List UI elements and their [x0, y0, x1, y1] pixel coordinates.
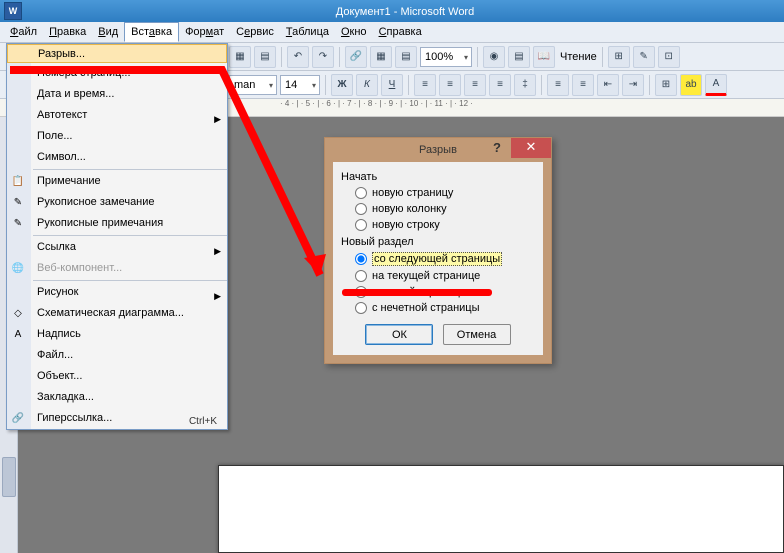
radio-so-sleduyushchej[interactable] [355, 253, 367, 265]
btn-generic-icon[interactable]: ⊞ [608, 46, 630, 68]
btn-generic-icon[interactable]: ▦ [229, 46, 251, 68]
annotation-underline [342, 289, 492, 296]
diagram-icon: ◇ [10, 305, 26, 321]
zoom-combo[interactable]: 100% [420, 47, 472, 67]
menu-format[interactable]: Формат [179, 23, 230, 41]
note-icon: 📋 [10, 173, 26, 189]
outdent-icon[interactable]: ⇤ [597, 74, 619, 96]
highlight-icon[interactable]: ab [680, 74, 702, 96]
menu-item-rukopis-zamechanie[interactable]: ✎Рукописное замечание [7, 192, 227, 213]
menu-item-rukopis-primechaniya[interactable]: ✎Рукописные примечания [7, 213, 227, 234]
fontsize-combo[interactable]: 14 [280, 75, 320, 95]
align-justify-icon[interactable]: ≡ [489, 74, 511, 96]
tables-icon[interactable]: ▦ [370, 46, 392, 68]
menu-item-pole[interactable]: Поле... [7, 126, 227, 147]
borders-icon[interactable]: ⊞ [655, 74, 677, 96]
btn-generic-icon[interactable]: ▤ [508, 46, 530, 68]
menu-bar: Файл Правка Вид Вставка Формат Сервис Та… [0, 22, 784, 43]
bold-icon[interactable]: Ж [331, 74, 353, 96]
menu-insert[interactable]: Вставка [124, 22, 179, 42]
italic-icon[interactable]: К [356, 74, 378, 96]
undo-icon[interactable]: ↶ [287, 46, 309, 68]
dialog-title-text: Разрыв [419, 144, 457, 156]
razryv-dialog: Разрыв ? ✕ Начать новую страницу новую к… [324, 137, 552, 364]
menu-item-risunok[interactable]: Рисунок▶ [7, 282, 227, 303]
menu-item-shem-diagramma[interactable]: ◇Схематическая диаграмма... [7, 303, 227, 324]
radio-novuyu-kolonku[interactable] [355, 203, 367, 215]
menu-item-zakladka[interactable]: Закладка... [7, 387, 227, 408]
menu-item-giperssylka[interactable]: 🔗Гиперссылка...Ctrl+K [7, 408, 227, 429]
textbox-icon: A [10, 326, 26, 342]
menu-window[interactable]: Окно [335, 23, 373, 41]
radio-novuyu-stranicu[interactable] [355, 187, 367, 199]
radio-na-tekushchej[interactable] [355, 270, 367, 282]
web-icon: 🌐 [10, 260, 26, 276]
underline-icon[interactable]: Ч [381, 74, 403, 96]
word-app-icon: W [4, 2, 22, 20]
menu-item-obekt[interactable]: Объект... [7, 366, 227, 387]
menu-help[interactable]: Справка [373, 23, 428, 41]
line-spacing-icon[interactable]: ‡ [514, 74, 536, 96]
btn-generic-icon[interactable]: ◉ [483, 46, 505, 68]
menu-view[interactable]: Вид [92, 23, 124, 41]
fontname-combo[interactable]: man [229, 75, 277, 95]
reading-mode-icon[interactable]: 📖 [533, 46, 555, 68]
radio-s-nechetnoj[interactable] [355, 302, 367, 314]
menu-item-simvol[interactable]: Символ... [7, 147, 227, 168]
menu-item-primechanie[interactable]: 📋Примечание [7, 171, 227, 192]
group-novyj-razdel-label: Новый раздел [341, 236, 535, 248]
align-left-icon[interactable]: ≡ [414, 74, 436, 96]
link-icon[interactable]: 🔗 [345, 46, 367, 68]
btn-generic-icon[interactable]: ✎ [633, 46, 655, 68]
btn-generic-icon[interactable]: ⊡ [658, 46, 680, 68]
cancel-button[interactable]: Отмена [443, 324, 511, 345]
indent-icon[interactable]: ⇥ [622, 74, 644, 96]
document-page[interactable] [218, 465, 784, 553]
group-nachat-label: Начать [341, 171, 535, 183]
dialog-help-button[interactable]: ? [485, 138, 509, 158]
menu-file[interactable]: Файл [4, 23, 43, 41]
menu-item-fajl[interactable]: Файл... [7, 345, 227, 366]
bullet-list-icon[interactable]: ≡ [572, 74, 594, 96]
menu-item-avtotekst[interactable]: Автотекст▶ [7, 105, 227, 126]
font-color-icon[interactable]: A [705, 74, 727, 96]
menu-table[interactable]: Таблица [280, 23, 335, 41]
insert-menu-dropdown: Разрыв... Номера страниц... Дата и время… [6, 43, 228, 430]
menu-item-web-component: 🌐Веб-компонент... [7, 258, 227, 279]
menu-edit[interactable]: Правка [43, 23, 92, 41]
menu-item-ssylka[interactable]: Ссылка▶ [7, 237, 227, 258]
menu-item-razryv[interactable]: Разрыв... [7, 44, 227, 63]
title-bar: W Документ1 - Microsoft Word [0, 0, 784, 22]
menu-item-data-vremya[interactable]: Дата и время... [7, 84, 227, 105]
redo-icon[interactable]: ↷ [312, 46, 334, 68]
scrollbar-thumb[interactable] [2, 457, 16, 497]
align-center-icon[interactable]: ≡ [439, 74, 461, 96]
btn-generic-icon[interactable]: ▤ [254, 46, 276, 68]
reading-label: Чтение [560, 51, 597, 63]
hyperlink-icon: 🔗 [10, 410, 26, 426]
dialog-titlebar[interactable]: Разрыв ? ✕ [325, 138, 551, 162]
numbered-list-icon[interactable]: ≡ [547, 74, 569, 96]
menu-service[interactable]: Сервис [230, 23, 280, 41]
insert-table-icon[interactable]: ▤ [395, 46, 417, 68]
ok-button[interactable]: ОК [365, 324, 433, 345]
radio-novuyu-stroku[interactable] [355, 219, 367, 231]
ink-comments-icon: ✎ [10, 215, 26, 231]
menu-item-nomera-stranic[interactable]: Номера страниц... [7, 63, 227, 84]
ink-note-icon: ✎ [10, 194, 26, 210]
dialog-close-button[interactable]: ✕ [511, 138, 551, 158]
menu-item-nadpis[interactable]: AНадпись [7, 324, 227, 345]
window-title: Документ1 - Microsoft Word [336, 6, 474, 18]
align-right-icon[interactable]: ≡ [464, 74, 486, 96]
